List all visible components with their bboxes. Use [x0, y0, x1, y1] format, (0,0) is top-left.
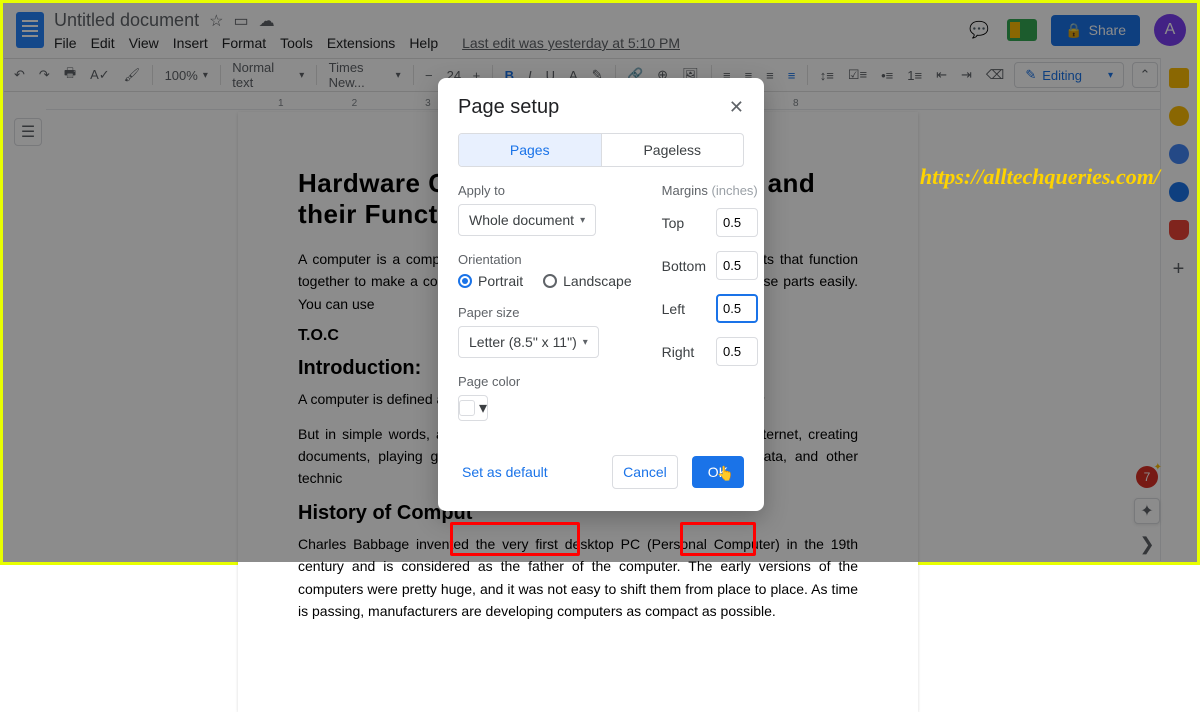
menu-insert[interactable]: Insert: [173, 35, 208, 51]
margin-top-label: Top: [662, 215, 706, 231]
close-icon[interactable]: ✕: [729, 97, 744, 118]
tab-pages[interactable]: Pages: [459, 134, 602, 166]
numbered-list-icon[interactable]: 1≡: [903, 66, 926, 85]
page-setup-dialog: Page setup ✕ Pages Pageless Apply to Who…: [438, 78, 764, 511]
checklist-icon[interactable]: ☑≡: [844, 65, 871, 85]
menu-edit[interactable]: Edit: [91, 35, 115, 51]
menu-format[interactable]: Format: [222, 35, 266, 51]
paragraph-style-select[interactable]: Normal text: [228, 58, 308, 92]
align-justify-icon[interactable]: ≡: [784, 66, 800, 85]
menu-file[interactable]: File: [54, 35, 77, 51]
tab-pageless[interactable]: Pageless: [602, 134, 744, 166]
redo-icon[interactable]: ↷: [35, 65, 54, 85]
line-spacing-icon[interactable]: ↕≡: [816, 66, 838, 85]
zoom-select[interactable]: 100%: [161, 66, 212, 85]
pencil-icon: ✎: [1025, 67, 1036, 83]
notification-badge[interactable]: 7✦: [1136, 466, 1158, 488]
star-icon[interactable]: ☆: [209, 11, 223, 31]
paper-size-label: Paper size: [458, 305, 632, 320]
cursor-icon: 👆: [717, 465, 734, 482]
margins-label: Margins (inches): [662, 183, 764, 198]
margin-top-input[interactable]: [716, 208, 758, 237]
show-side-panel-icon[interactable]: ❯: [1139, 534, 1154, 555]
orientation-portrait-radio[interactable]: Portrait: [458, 273, 523, 289]
tasks-icon[interactable]: [1169, 144, 1189, 164]
undo-icon[interactable]: ↶: [10, 65, 29, 85]
doc-paragraph: Charles Babbage invented the very first …: [298, 533, 858, 623]
align-right-icon[interactable]: ≡: [762, 66, 778, 85]
margin-right-input[interactable]: [716, 337, 758, 366]
cloud-status-icon[interactable]: ☁: [259, 11, 275, 31]
paper-size-select[interactable]: Letter (8.5" x 11")▾: [458, 326, 599, 358]
meet-icon[interactable]: [1007, 19, 1037, 41]
orientation-landscape-radio[interactable]: Landscape: [543, 273, 632, 289]
margin-left-label: Left: [662, 301, 706, 317]
page-setup-tabs: Pages Pageless: [458, 133, 744, 167]
margin-right-label: Right: [662, 344, 706, 360]
increase-indent-icon[interactable]: ⇥: [957, 65, 976, 85]
mode-label: Editing: [1042, 68, 1082, 83]
side-panel: +: [1160, 58, 1196, 561]
menu-view[interactable]: View: [129, 35, 159, 51]
dialog-title: Page setup: [458, 96, 559, 119]
account-avatar[interactable]: A: [1154, 14, 1186, 46]
paint-format-icon[interactable]: 🖌: [120, 65, 145, 85]
move-icon[interactable]: ▭: [233, 11, 248, 31]
apply-to-select[interactable]: Whole document▾: [458, 204, 596, 236]
print-icon[interactable]: 🖶: [60, 62, 80, 88]
bulleted-list-icon[interactable]: •≡: [877, 66, 897, 85]
margin-left-input[interactable]: [716, 294, 758, 323]
set-as-default-button[interactable]: Set as default: [458, 456, 552, 488]
collapse-toolbar-icon[interactable]: ⌃: [1132, 62, 1158, 88]
explore-icon[interactable]: ✦: [1134, 498, 1160, 524]
orientation-label: Orientation: [458, 252, 632, 267]
keep-icon[interactable]: [1169, 106, 1189, 126]
document-title[interactable]: Untitled document: [54, 10, 199, 31]
decrease-font-icon[interactable]: −: [421, 66, 437, 85]
font-family-select[interactable]: Times New...: [325, 58, 405, 92]
menu-help[interactable]: Help: [409, 35, 438, 51]
mode-select[interactable]: ✎ Editing ▾: [1014, 62, 1124, 88]
margin-bottom-label: Bottom: [662, 258, 706, 274]
clear-formatting-icon[interactable]: ⌫: [982, 65, 1008, 85]
menu-tools[interactable]: Tools: [280, 35, 313, 51]
watermark-url: https://alltechqueries.com/: [920, 164, 1160, 190]
decrease-indent-icon[interactable]: ⇤: [932, 65, 951, 85]
outline-toggle-icon[interactable]: ☰: [14, 118, 42, 146]
page-color-label: Page color: [458, 374, 632, 389]
share-button[interactable]: 🔒 Share: [1051, 15, 1140, 46]
last-edit-info[interactable]: Last edit was yesterday at 5:10 PM: [462, 35, 680, 51]
lock-icon: 🔒: [1065, 22, 1082, 39]
margin-bottom-input[interactable]: [716, 251, 758, 280]
page-color-select[interactable]: ▾: [458, 395, 488, 421]
ok-button[interactable]: OK👆: [692, 456, 744, 488]
share-label: Share: [1089, 22, 1126, 38]
spellcheck-icon[interactable]: A✓: [86, 65, 114, 85]
menu-extensions[interactable]: Extensions: [327, 35, 395, 51]
contacts-icon[interactable]: [1169, 182, 1189, 202]
maps-icon[interactable]: [1169, 220, 1189, 240]
cancel-button[interactable]: Cancel: [612, 455, 678, 489]
google-docs-icon[interactable]: [16, 12, 44, 48]
comment-history-icon[interactable]: 💬: [965, 16, 993, 44]
get-addons-icon[interactable]: +: [1173, 258, 1185, 281]
apply-to-label: Apply to: [458, 183, 632, 198]
calendar-icon[interactable]: [1169, 68, 1189, 88]
